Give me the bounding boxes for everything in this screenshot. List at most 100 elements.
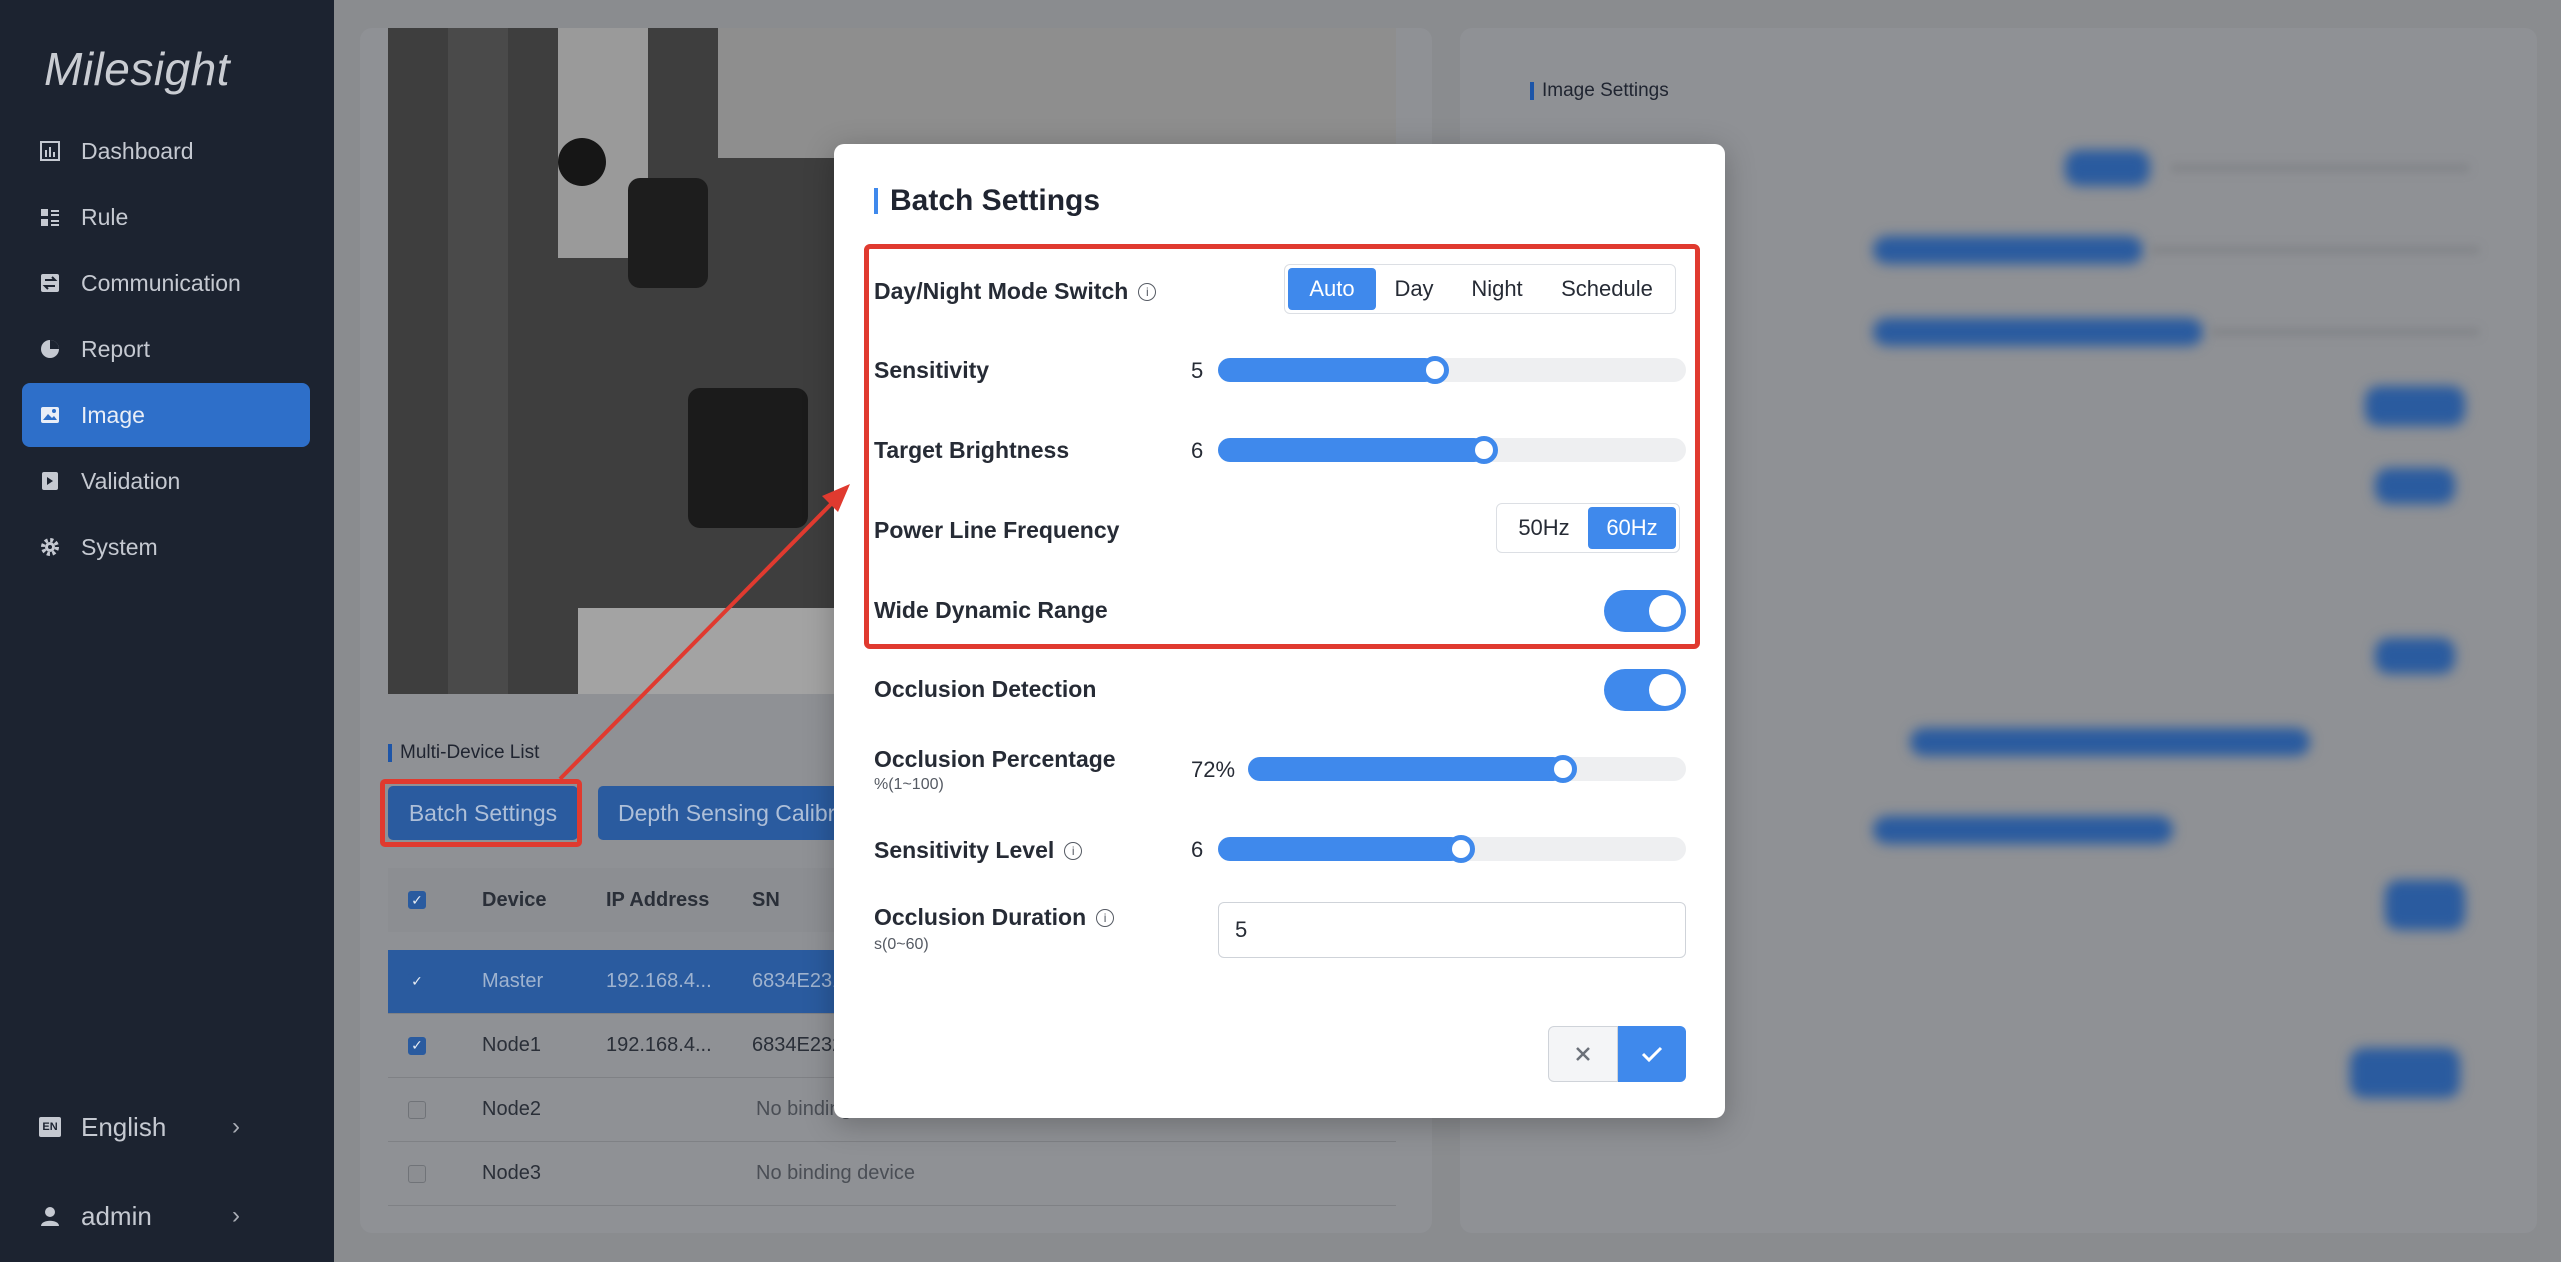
object-shape [558,138,606,186]
device-name: Node3 [482,1162,541,1184]
device-sn: 6834E231 [752,970,844,992]
user-menu[interactable]: admin › [22,1191,310,1241]
blurred-control [1873,318,2203,346]
depth-sensing-calibration-button[interactable]: Depth Sensing Calibr [598,786,834,840]
chair-shape [688,388,808,528]
sidebar-item-communication[interactable]: Communication [22,251,310,315]
option-schedule[interactable]: Schedule [1542,268,1672,310]
milesight-logo[interactable]: Milesight [44,42,230,96]
power-line-frequency-segmented: 50Hz 60Hz [1496,503,1680,553]
day-night-mode-label: Day/Night Mode Switch i [874,278,1157,305]
info-icon[interactable]: i [1064,841,1083,860]
sensitivity-slider[interactable] [1218,356,1686,384]
day-night-mode-segmented: Auto Day Night Schedule [1284,264,1676,314]
sidebar-item-label: Dashboard [81,137,194,164]
chevron-right-icon: › [232,1202,240,1229]
row-checkbox[interactable] [408,1164,426,1183]
image-icon [39,404,61,426]
sidebar-item-label: Rule [81,203,129,230]
bar-chart-icon [39,140,61,162]
sidebar-item-system[interactable]: System [22,515,310,579]
occlusion-percentage-value: 72% [1191,757,1236,782]
power-line-frequency-label: Power Line Frequency [874,517,1120,543]
target-brightness-slider[interactable] [1218,436,1686,464]
option-60hz[interactable]: 60Hz [1588,507,1676,549]
sensitivity-value: 5 [1191,358,1204,383]
slider-thumb[interactable] [1470,436,1498,464]
blurred-control [1910,728,2310,756]
slider-thumb[interactable] [1447,835,1475,863]
cancel-button[interactable] [1548,1026,1618,1082]
blurred-control [2385,880,2465,930]
option-night[interactable]: Night [1452,268,1542,310]
column-header: Device [482,888,547,911]
occlusion-detection-toggle[interactable] [1604,669,1686,711]
row-checkbox[interactable]: ✓ [408,972,426,991]
sidebar-item-label: Communication [81,269,241,296]
table-row[interactable]: Node3 No binding device [388,1142,1396,1206]
wide-dynamic-range-toggle[interactable] [1604,590,1686,632]
slider-fill [1218,837,1463,861]
occlusion-detection-label: Occlusion Detection [874,676,1097,702]
confirm-button[interactable] [1618,1026,1686,1082]
title-accent-bar [874,188,878,214]
sidebar-item-label: Validation [81,467,181,494]
toggle-knob [1649,595,1681,627]
wide-dynamic-range-label: Wide Dynamic Range [874,597,1108,623]
language-label: English [81,1111,167,1142]
blurred-control [1873,816,2173,844]
info-icon[interactable]: i [1138,282,1157,301]
slider-thumb[interactable] [1549,755,1577,783]
device-name: Node2 [482,1098,541,1120]
exchange-icon [39,272,61,294]
occlusion-percentage-label: Occlusion Percentage [874,746,1116,772]
sensitivity-level-slider[interactable] [1218,835,1686,863]
blurred-control [2375,468,2455,504]
row-checkbox[interactable]: ✓ [408,1036,426,1055]
sidebar-item-report[interactable]: Report [22,317,310,381]
close-icon [1576,1047,1590,1061]
sidebar-item-validation[interactable]: Validation [22,449,310,513]
user-label: admin [81,1200,152,1231]
sidebar-item-image[interactable]: Image [22,383,310,447]
slider-thumb[interactable] [1421,356,1449,384]
blurred-control [1873,236,2143,264]
row-checkbox[interactable] [408,1100,426,1119]
toggle-knob [1649,674,1681,706]
multi-device-list-title: Multi-Device List [388,742,539,764]
occlusion-percentage-slider[interactable] [1248,755,1686,783]
device-ip: 192.168.4... [606,970,712,992]
sensitivity-level-value: 6 [1191,837,1204,862]
chair-shape [628,178,708,288]
option-50hz[interactable]: 50Hz [1500,507,1588,549]
info-icon[interactable]: i [1096,908,1115,927]
slider-fill [1218,358,1437,382]
language-selector[interactable]: EN English › [22,1102,310,1152]
blurred-control [2350,1048,2460,1098]
sidebar-item-dashboard[interactable]: Dashboard [22,119,310,183]
column-header: SN [752,888,780,911]
occlusion-percentage-hint: %(1~100) [874,776,944,793]
blurred-control [2210,327,2480,337]
sidebar-item-rule[interactable]: Rule [22,185,310,249]
blurred-control [2065,150,2150,186]
option-day[interactable]: Day [1376,268,1452,310]
pie-chart-icon [39,338,61,360]
occlusion-duration-label: Occlusion Duration i [874,904,1115,931]
chevron-right-icon: › [232,1113,240,1140]
floor-shape [448,28,508,694]
user-icon [39,1205,61,1227]
slider-fill [1248,757,1565,781]
highlight-batch-settings [380,779,582,847]
target-brightness-label: Target Brightness [874,437,1070,463]
target-brightness-value: 6 [1191,438,1204,463]
batch-settings-dialog: Batch Settings Day/Night Mode Switch i A… [834,144,1725,1118]
slider-fill [1218,438,1486,462]
option-auto[interactable]: Auto [1288,268,1376,310]
occlusion-duration-input[interactable]: 5 [1218,902,1686,958]
sensitivity-label: Sensitivity [874,357,990,383]
column-header: IP Address [606,888,710,911]
desk-shape [718,28,1396,158]
device-sn: 6834E232 [752,1034,844,1056]
select-all-checkbox[interactable]: ✓ [408,891,426,909]
